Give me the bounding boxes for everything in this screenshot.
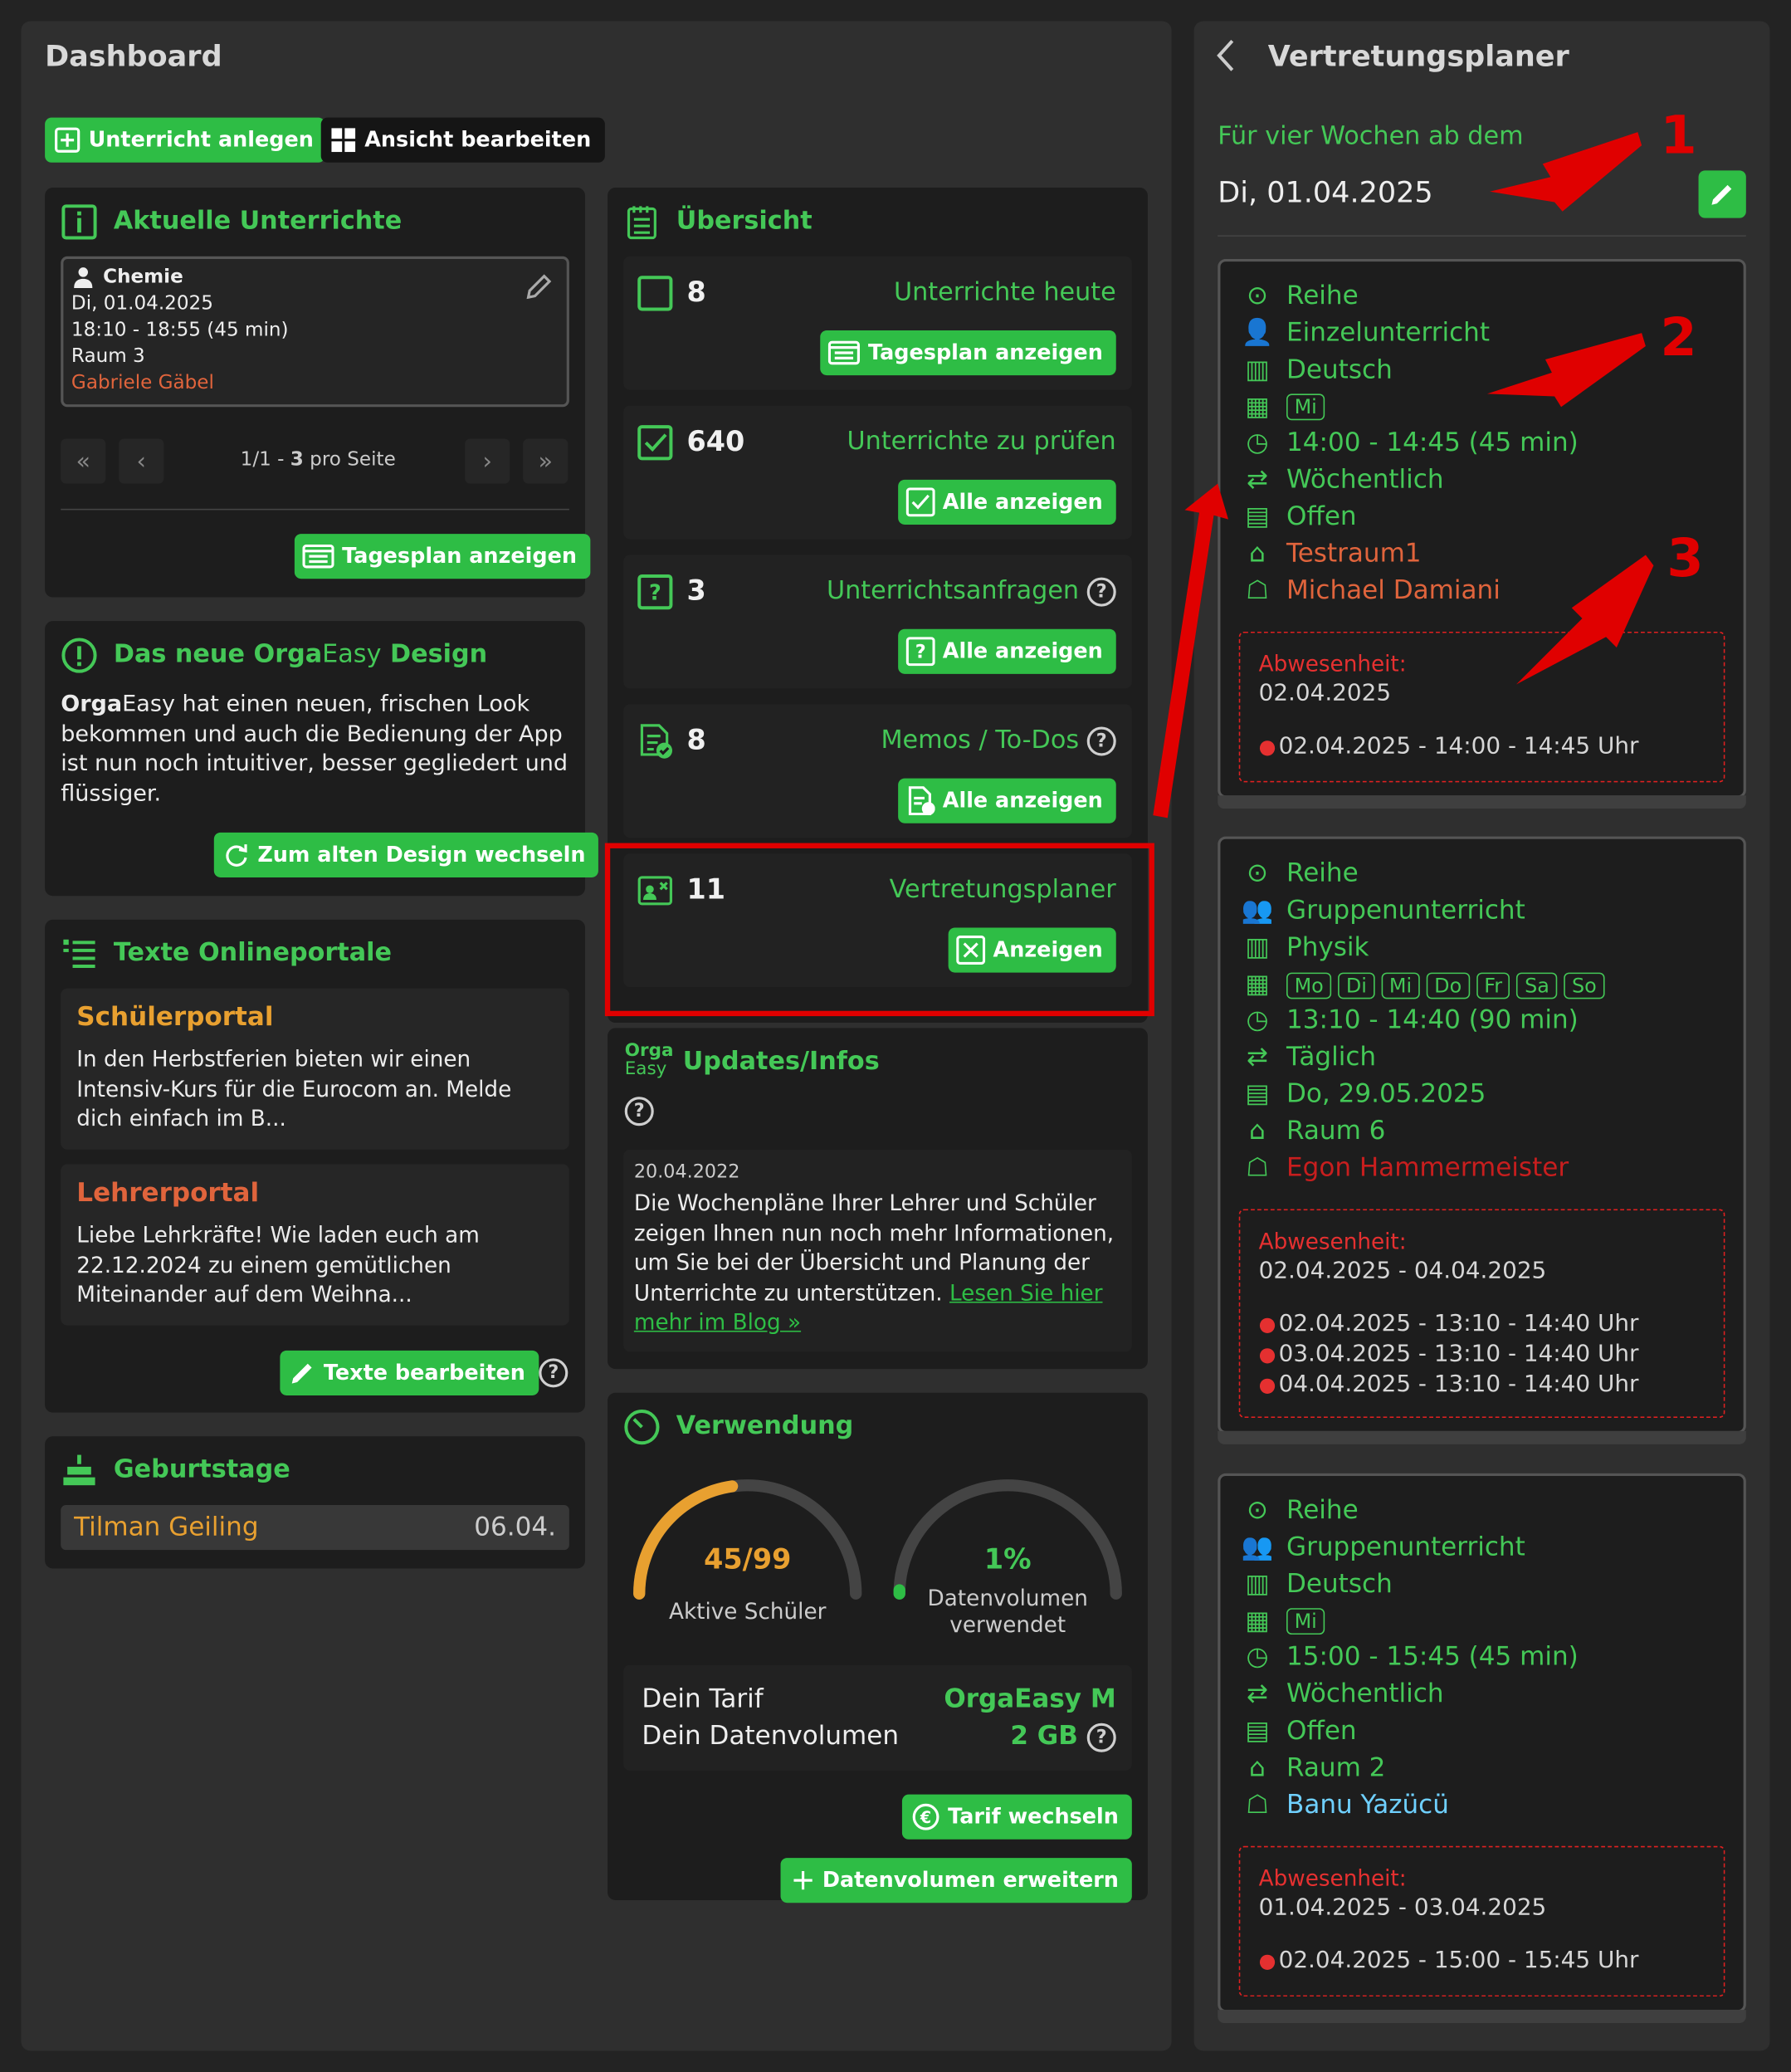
annotation-number: 3 [1667, 528, 1704, 589]
annotation-number: 1 [1660, 105, 1697, 167]
annotation-arrows [1153, 132, 1654, 819]
annotation-number: 2 [1660, 307, 1697, 369]
